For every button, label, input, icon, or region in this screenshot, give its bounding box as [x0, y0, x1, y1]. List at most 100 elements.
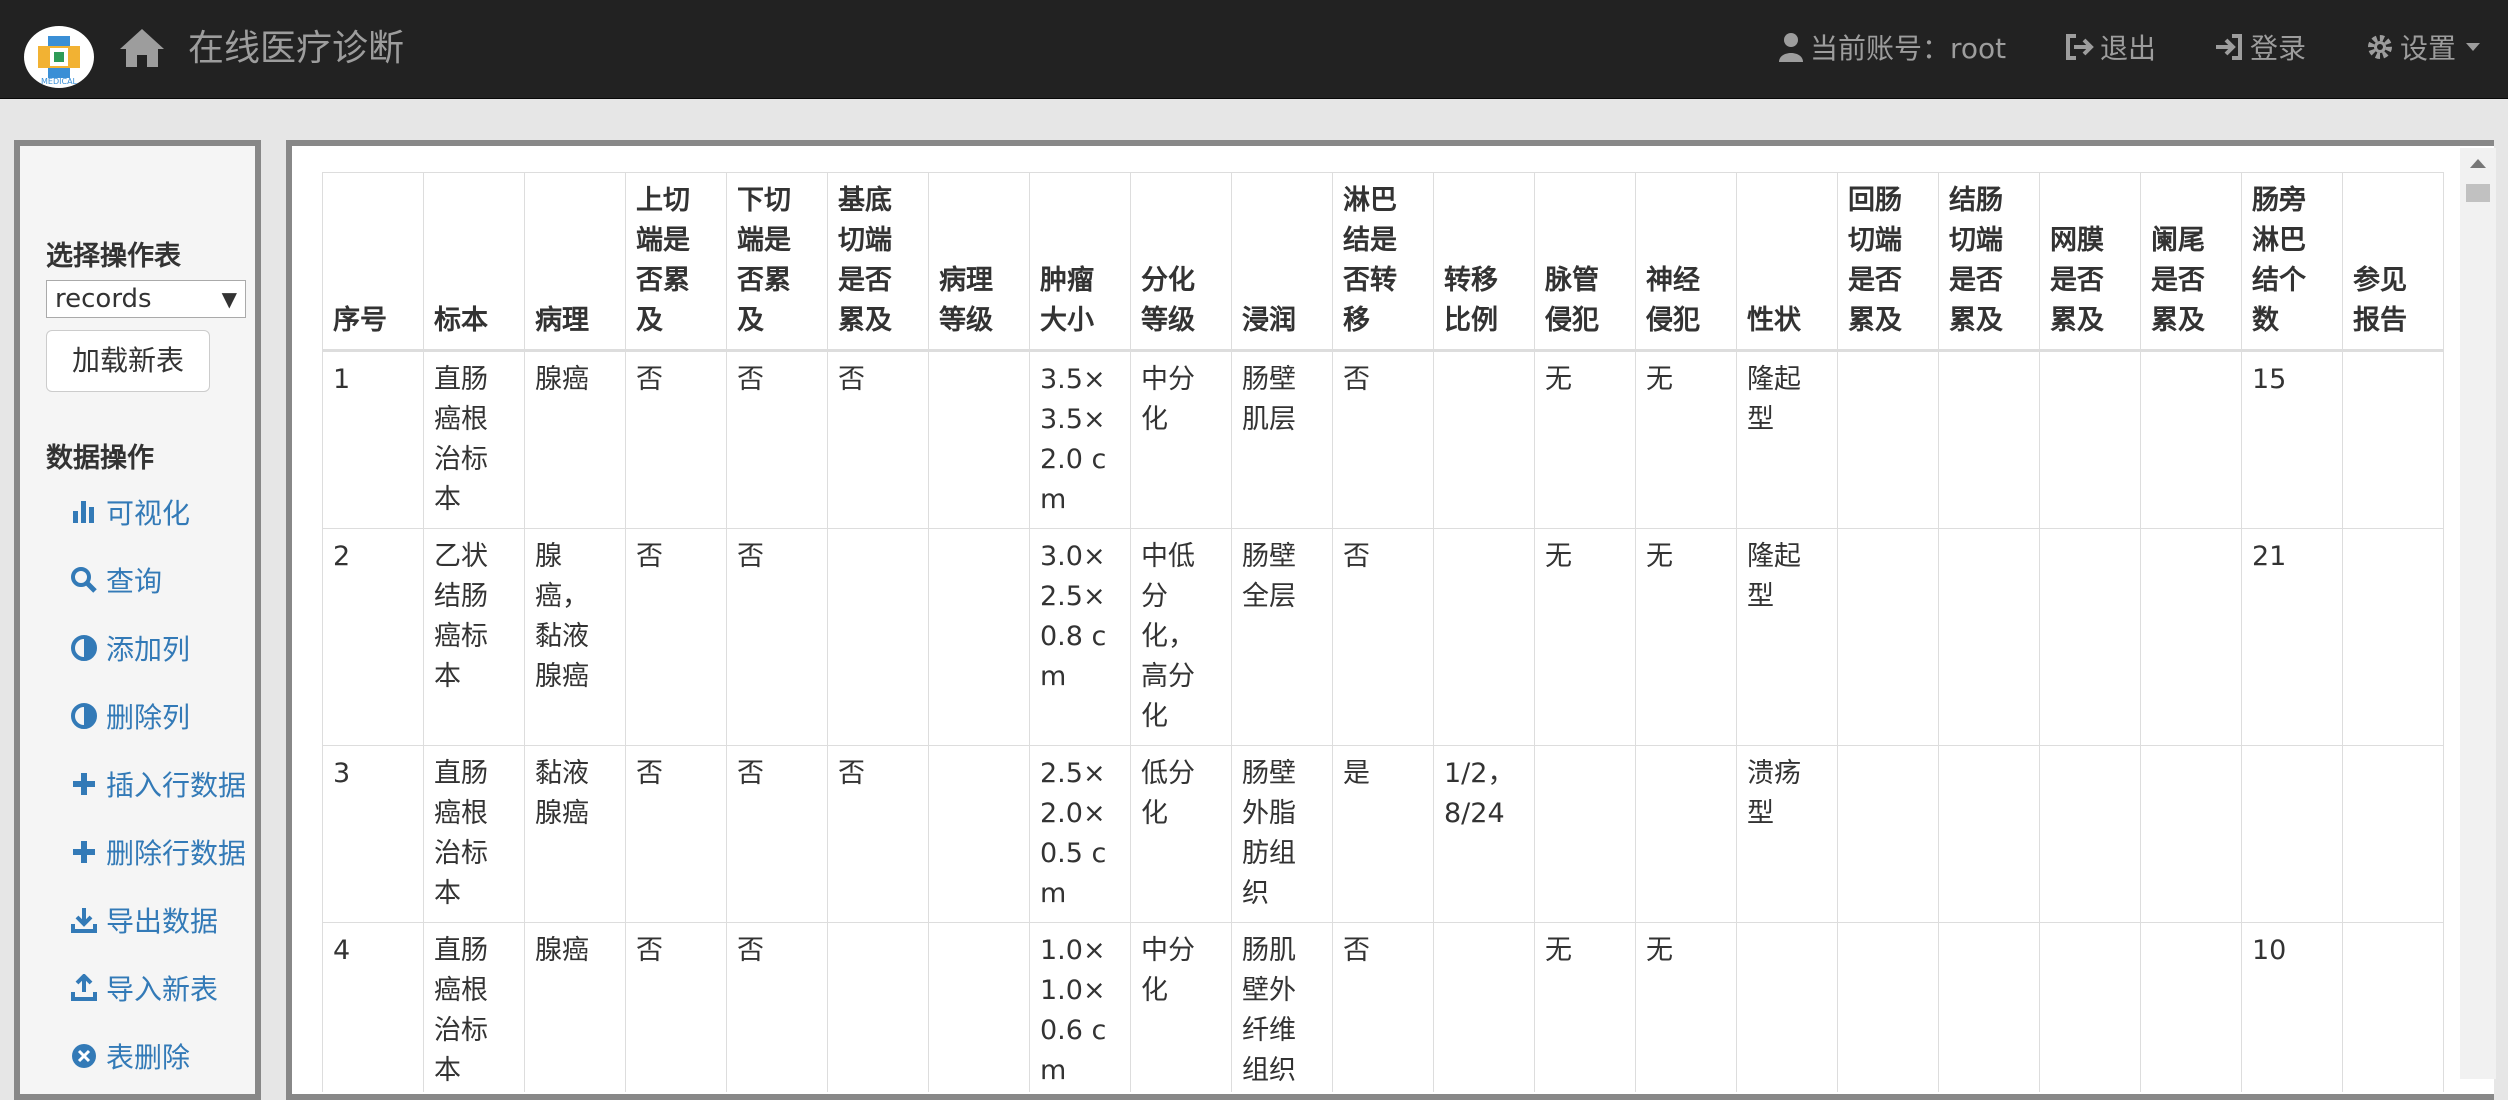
- account-label: 当前账号：root: [1810, 32, 2007, 65]
- table-cell: 无: [1534, 528, 1636, 746]
- caret-down-icon: [2466, 43, 2481, 51]
- op-query[interactable]: 查询: [70, 560, 162, 600]
- table-cell: 1: [322, 350, 424, 529]
- table-cell: [2140, 528, 2242, 746]
- app-logo[interactable]: MEDICAL: [24, 26, 94, 88]
- table-cell: [928, 922, 1030, 1092]
- table-row[interactable]: 2 乙状结肠癌标本 腺癌，黏液腺癌否否 3.0×2.5×0.8 cm 中低分化，高分化肠…: [322, 528, 2444, 746]
- brand-title[interactable]: 在线医疗诊断: [188, 26, 404, 72]
- column-header: 脉管侵犯: [1534, 172, 1636, 352]
- table-cell: 否: [726, 922, 828, 1092]
- table-body: 1 直肠癌根治标本 腺癌否否否 3.5×3.5×2.0 cm 中分化 肠壁肌层否无无隆起型…: [322, 350, 2444, 1092]
- table-cell: 否: [625, 922, 727, 1092]
- table-cell: 无: [1635, 922, 1737, 1092]
- account-info: 当前账号：root: [1778, 24, 2006, 70]
- table-cell: 腺癌: [524, 350, 626, 529]
- user-icon: [1779, 33, 1803, 62]
- table-cell: [1433, 350, 1535, 529]
- table-cell: 肠肌壁外纤维组织: [1231, 922, 1333, 1092]
- table-cell: 肠壁外脂肪组织: [1231, 745, 1333, 923]
- table-cell: [928, 528, 1030, 746]
- table-cell: 溃疡型: [1736, 745, 1838, 923]
- table-cell: 腺癌，黏液腺癌: [524, 528, 626, 746]
- table-cell: 中分化: [1130, 350, 1232, 529]
- table-cell: 无: [1635, 350, 1737, 529]
- op-delete-row[interactable]: 删除行数据: [70, 832, 246, 872]
- table-cell: [1837, 528, 1939, 746]
- table-cell: [1837, 350, 1939, 529]
- vertical-scrollbar[interactable]: [2460, 148, 2496, 1079]
- table-cell: 隆起型: [1736, 350, 1838, 529]
- op-import[interactable]: 导入新表: [70, 968, 218, 1008]
- download-icon: [71, 908, 97, 933]
- table-cell: [2140, 922, 2242, 1092]
- op-export[interactable]: 导出数据: [70, 900, 218, 940]
- table-cell: 1.0×1.0×0.6 cm: [1029, 922, 1131, 1092]
- table-cell: [1433, 528, 1535, 746]
- upload-icon: [71, 974, 97, 1001]
- op-export-label: 导出数据: [106, 905, 219, 938]
- table-cell: [2342, 528, 2444, 746]
- table-cell: [2342, 745, 2444, 923]
- table-cell: 是: [1332, 745, 1434, 923]
- records-table: 序号 标本 病理 上切端是否累及 下切端是否累及 基底切端是否累及 病理等级 肿瘤大小 分化等级…: [322, 172, 2444, 1092]
- table-row[interactable]: 3 直肠癌根治标本 黏液腺癌否否否 2.5×2.0×0.5 cm 低分化 肠壁外脂肪组织是…: [322, 745, 2444, 923]
- table-cell: 2.5×2.0×0.5 cm: [1029, 745, 1131, 923]
- table-cell: [827, 922, 929, 1092]
- sidebar: 选择操作表 records ▼ 加载新表 数据操作 可视化 查询 添加列 删除列: [14, 140, 261, 1100]
- table-cell: 10: [2241, 922, 2343, 1092]
- op-visualize[interactable]: 可视化: [70, 492, 190, 532]
- table-cell: 15: [2241, 350, 2343, 529]
- scroll-up-arrow-icon[interactable]: [2460, 148, 2496, 180]
- op-insert-row-label: 插入行数据: [106, 769, 247, 802]
- table-cell: 2: [322, 528, 424, 746]
- login-link[interactable]: 登录: [2214, 24, 2306, 70]
- scrollbar-thumb[interactable]: [2466, 184, 2490, 202]
- table-cell: [2039, 350, 2141, 529]
- load-table-button[interactable]: 加载新表: [46, 330, 210, 392]
- op-visualize-label: 可视化: [106, 497, 191, 530]
- op-add-column[interactable]: 添加列: [70, 628, 190, 668]
- column-header: 参见报告: [2342, 172, 2444, 352]
- table-cell: 中低分化，高分化: [1130, 528, 1232, 746]
- login-label: 登录: [2250, 32, 2307, 65]
- table-container[interactable]: 序号 标本 病理 上切端是否累及 下切端是否累及 基底切端是否累及 病理等级 肿瘤大小 分化等级…: [322, 172, 2444, 1092]
- table-cell: 直肠癌根治标本: [423, 350, 525, 529]
- table-row[interactable]: 4 直肠癌根治标本 腺癌否否 1.0×1.0×0.6 cm 中分化 肠肌壁外纤维组织否无无…: [322, 922, 2444, 1092]
- select-arrow-icon: ▼: [221, 287, 237, 311]
- plus-icon: [73, 773, 95, 795]
- table-cell: [2140, 350, 2242, 529]
- table-cell: 否: [726, 745, 828, 923]
- op-delete-column[interactable]: 删除列: [70, 696, 190, 736]
- op-delete-row-label: 删除行数据: [106, 837, 247, 870]
- table-cell: [1938, 528, 2040, 746]
- table-select[interactable]: records ▼: [46, 280, 246, 318]
- column-header: 肿瘤大小: [1029, 172, 1131, 352]
- column-header: 病理等级: [928, 172, 1030, 352]
- table-cell: [928, 745, 1030, 923]
- column-header: 下切端是否累及: [726, 172, 828, 352]
- column-header: 神经侵犯: [1635, 172, 1737, 352]
- column-header: 上切端是否累及: [625, 172, 727, 352]
- select-table-title: 选择操作表: [46, 241, 181, 272]
- column-header: 结肠切端是否累及: [1938, 172, 2040, 352]
- settings-dropdown[interactable]: 设置: [2366, 24, 2488, 70]
- table-cell: 腺癌: [524, 922, 626, 1092]
- table-cell: 否: [1332, 528, 1434, 746]
- table-cell: 否: [625, 350, 727, 529]
- table-cell: 无: [1534, 350, 1636, 529]
- op-drop-table[interactable]: 表删除: [70, 1036, 190, 1076]
- table-cell: [2342, 350, 2444, 529]
- logout-link[interactable]: 退出: [2064, 24, 2156, 70]
- table-cell: 直肠癌根治标本: [423, 745, 525, 923]
- home-icon[interactable]: [118, 27, 166, 69]
- column-header: 回肠切端是否累及: [1837, 172, 1939, 352]
- table-cell: 否: [726, 528, 828, 746]
- op-insert-row[interactable]: 插入行数据: [70, 764, 246, 804]
- op-drop-table-label: 表删除: [106, 1041, 191, 1074]
- table-cell: [1534, 745, 1636, 923]
- table-row[interactable]: 1 直肠癌根治标本 腺癌否否否 3.5×3.5×2.0 cm 中分化 肠壁肌层否无无隆起型…: [322, 350, 2444, 529]
- table-cell: 乙状结肠癌标本: [423, 528, 525, 746]
- data-ops-title: 数据操作: [46, 443, 154, 474]
- table-cell: 肠壁全层: [1231, 528, 1333, 746]
